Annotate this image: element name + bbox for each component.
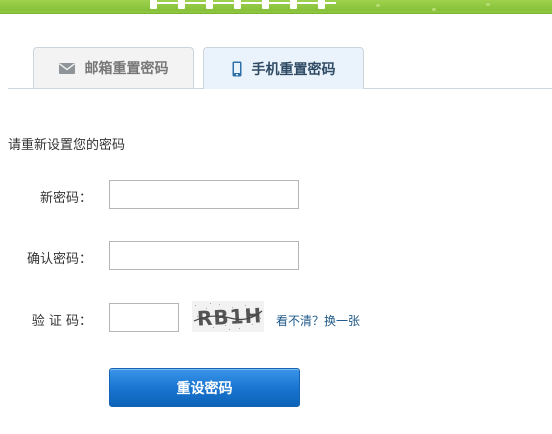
tab-phone-label: 手机重置密码 (251, 61, 336, 78)
mail-icon (58, 62, 75, 74)
captcha-image[interactable]: RB1H (192, 301, 264, 332)
phone-icon (232, 61, 242, 77)
fence-post (178, 0, 185, 9)
refresh-captcha-link[interactable]: 看不清？换一张 (276, 312, 360, 329)
confirm-password-input[interactable] (109, 241, 299, 270)
fence-post (290, 0, 297, 9)
form-prompt: 请重新设置您的密码 (8, 138, 126, 153)
fence-post (262, 0, 269, 9)
reset-password-button[interactable]: 重设密码 (109, 368, 300, 407)
tab-email-reset[interactable]: 邮箱重置密码 (33, 47, 194, 88)
banner-dot (376, 4, 380, 7)
fence-post (150, 0, 157, 9)
tab-phone-reset[interactable]: 手机重置密码 (203, 47, 364, 89)
top-banner (0, 0, 552, 14)
new-password-input[interactable] (109, 180, 299, 209)
fence-post (234, 0, 241, 9)
fence-post (206, 0, 213, 9)
banner-dot (432, 8, 436, 11)
confirm-password-label: 确认密码： (26, 252, 92, 267)
new-password-label: 新密码： (39, 191, 92, 206)
fence-post (318, 0, 325, 9)
captcha-label: 验 证 码： (31, 314, 92, 329)
captcha-input[interactable] (109, 303, 179, 332)
banner-dot (486, 3, 490, 6)
tab-email-label: 邮箱重置密码 (84, 61, 169, 77)
